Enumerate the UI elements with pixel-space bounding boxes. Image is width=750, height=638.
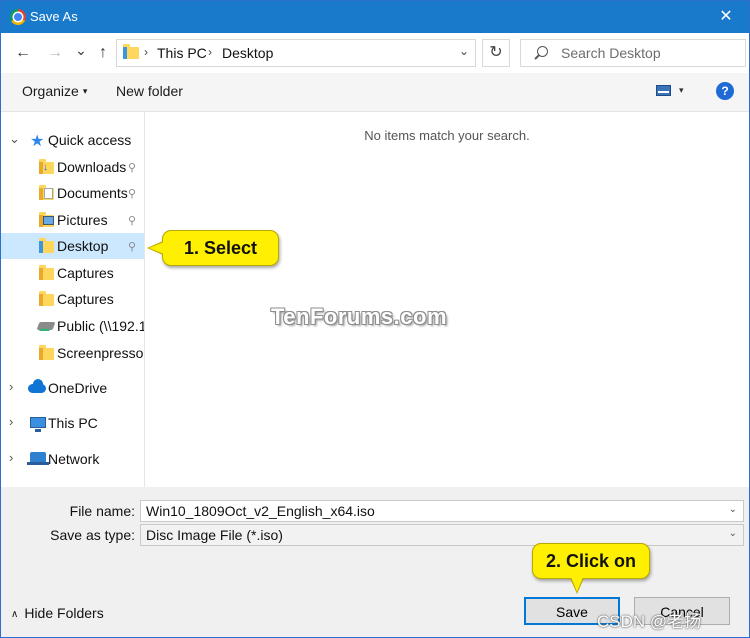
sidebar-item-label: Screenpresso xyxy=(57,345,144,361)
chrome-app-icon xyxy=(10,9,26,25)
forward-arrow-icon[interactable]: → xyxy=(45,43,65,63)
sidebar-item-quick-access[interactable]: ⌄ ★ Quick access xyxy=(1,127,144,153)
save-type-select[interactable]: Disc Image File (*.iso) ⌄ xyxy=(140,524,744,546)
sidebar-item-label: Downloads xyxy=(57,159,127,175)
sidebar-item-captures[interactable]: Captures xyxy=(1,286,144,312)
search-box[interactable] xyxy=(520,39,746,67)
address-row: ← → ⌄ ↑ › This PC › Desktop ⌄ ↻ xyxy=(1,33,749,73)
file-name-combobox[interactable]: ⌄ xyxy=(140,500,744,522)
back-arrow-icon[interactable]: ← xyxy=(13,43,33,63)
command-toolbar: Organize ▾ New folder ▾ ? xyxy=(1,73,749,112)
save-as-dialog: Save As ✕ ← → ⌄ ↑ › This PC › Desktop ⌄ … xyxy=(0,0,750,638)
close-icon[interactable]: ✕ xyxy=(703,1,749,33)
file-name-input[interactable] xyxy=(146,503,706,519)
collapsed-chevron-icon[interactable]: › xyxy=(9,450,13,465)
pin-icon: ⚲ xyxy=(128,241,137,253)
sidebar-item-label: Network xyxy=(48,451,100,467)
network-drive-icon xyxy=(36,322,56,330)
organize-button[interactable]: Organize ▾ xyxy=(22,83,87,99)
breadcrumb-separator: › xyxy=(144,45,148,59)
save-type-value: Disc Image File (*.iso) xyxy=(146,527,283,543)
sidebar-item-label: Captures xyxy=(57,291,114,307)
pin-icon: ⚲ xyxy=(128,162,137,174)
collapsed-chevron-icon[interactable]: › xyxy=(9,414,13,429)
pin-icon: ⚲ xyxy=(128,215,137,227)
refresh-button[interactable]: ↻ xyxy=(482,39,510,67)
pc-icon xyxy=(30,417,46,432)
click-callout: 2. Click on xyxy=(532,543,650,594)
sidebar-item-onedrive[interactable]: › OneDrive xyxy=(1,375,144,401)
save-type-label: Save as type: xyxy=(50,527,135,543)
search-icon xyxy=(537,46,548,57)
sidebar-item-label: Documents xyxy=(57,185,128,201)
recent-locations-chevron-icon[interactable]: ⌄ xyxy=(71,40,91,60)
sidebar-item-public-share[interactable]: Public (\\192.1( xyxy=(1,313,144,339)
breadcrumb-separator: › xyxy=(208,45,212,59)
save-type-dropdown-icon[interactable]: ⌄ xyxy=(729,528,737,539)
desktop-folder-icon xyxy=(39,238,54,253)
csdn-watermark: CSDN @老扬 xyxy=(597,612,702,631)
expanded-chevron-icon[interactable]: ⌄ xyxy=(9,131,20,147)
sidebar-item-pictures[interactable]: Pictures ⚲ xyxy=(1,207,144,233)
sidebar-item-label: Quick access xyxy=(48,132,132,148)
downloads-folder-icon: ↓ xyxy=(39,159,54,174)
sidebar-item-label: Desktop xyxy=(57,238,109,254)
collapsed-chevron-icon[interactable]: › xyxy=(9,379,13,394)
change-view-icon[interactable] xyxy=(656,85,671,96)
desktop-folder-icon xyxy=(123,44,139,59)
file-list-area[interactable]: No items match your search. TenForums.co… xyxy=(145,112,749,487)
sidebar-item-desktop[interactable]: Desktop ⚲ xyxy=(1,233,144,259)
search-input[interactable] xyxy=(561,44,741,62)
navigation-pane: ⌄ ★ Quick access ↓ Downloads ⚲ Documents… xyxy=(1,112,145,487)
view-options-caret-icon[interactable]: ▾ xyxy=(679,85,684,96)
sidebar-item-label: This PC xyxy=(48,415,98,431)
sidebar-item-downloads[interactable]: ↓ Downloads ⚲ xyxy=(1,154,144,180)
help-icon[interactable]: ? xyxy=(716,82,734,100)
breadcrumb-desktop[interactable]: Desktop xyxy=(222,45,273,61)
up-arrow-icon[interactable]: ↑ xyxy=(93,43,113,63)
select-callout: 1. Select xyxy=(147,230,279,266)
folder-icon xyxy=(39,291,54,306)
title-bar: Save As ✕ xyxy=(1,1,749,33)
onedrive-cloud-icon xyxy=(28,379,46,393)
breadcrumb-this-pc[interactable]: This PC xyxy=(157,45,207,61)
pin-icon: ⚲ xyxy=(128,188,137,200)
sidebar-item-network[interactable]: › Network xyxy=(1,446,144,472)
sidebar-item-captures[interactable]: Captures xyxy=(1,260,144,286)
new-folder-button[interactable]: New folder xyxy=(116,83,183,99)
empty-folder-message: No items match your search. xyxy=(364,128,530,143)
sidebar-item-label: Pictures xyxy=(57,212,108,228)
folder-icon xyxy=(39,345,54,360)
documents-folder-icon xyxy=(39,185,54,200)
organize-caret-icon: ▾ xyxy=(82,86,88,96)
sidebar-item-documents[interactable]: Documents ⚲ xyxy=(1,180,144,206)
address-bar[interactable]: › This PC › Desktop ⌄ xyxy=(116,39,476,67)
tenforums-watermark: TenForums.com xyxy=(271,304,448,329)
file-name-label: File name: xyxy=(69,503,135,519)
folder-icon xyxy=(39,265,54,280)
caret-up-icon: ∧ xyxy=(11,609,19,620)
network-icon xyxy=(27,452,49,465)
sidebar-item-screenpresso[interactable]: Screenpresso xyxy=(1,340,144,366)
window-title: Save As xyxy=(30,9,78,24)
file-name-dropdown-icon[interactable]: ⌄ xyxy=(729,504,737,515)
address-dropdown-chevron-icon[interactable]: ⌄ xyxy=(459,44,469,58)
sidebar-item-label: Captures xyxy=(57,265,114,281)
organize-label: Organize xyxy=(22,83,79,99)
sidebar-item-label: Public (\\192.1( xyxy=(57,318,145,334)
hide-folders-toggle[interactable]: ∧ Hide Folders xyxy=(11,605,104,621)
sidebar-item-label: OneDrive xyxy=(48,380,108,396)
star-icon: ★ xyxy=(30,133,45,150)
sidebar-item-this-pc[interactable]: › This PC xyxy=(1,410,144,436)
hide-folders-label: Hide Folders xyxy=(24,605,104,621)
pictures-folder-icon xyxy=(39,212,54,227)
